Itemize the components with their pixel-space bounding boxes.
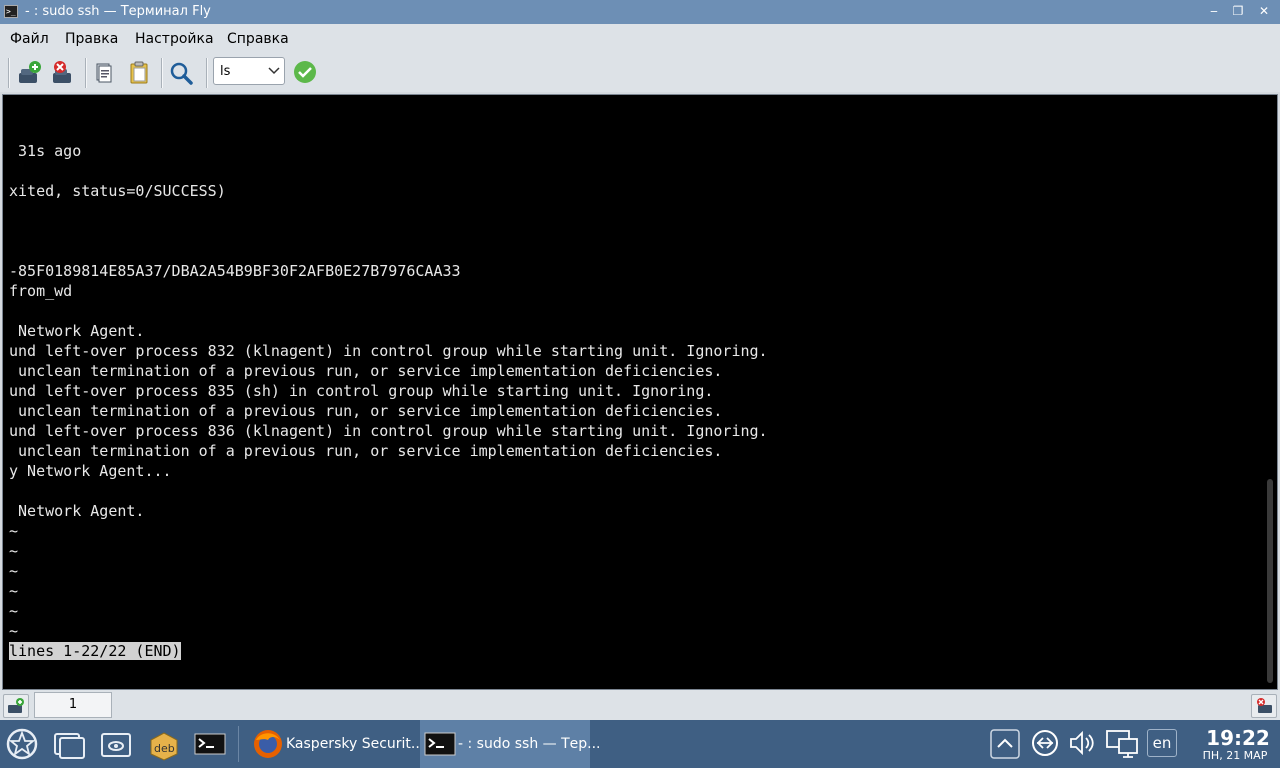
new-session-button[interactable] <box>15 59 43 87</box>
terminal-app-icon: >_ <box>4 5 18 18</box>
network-icon <box>1032 730 1058 756</box>
terminal-line: -85F0189814E85A37/DBA2A54B9BF30F2AFB0E27… <box>9 262 461 280</box>
window-title: - : sudo ssh — Терминал Fly <box>25 4 211 19</box>
desktops-button[interactable] <box>53 728 85 760</box>
paste-icon <box>130 61 148 84</box>
toolbar-separator <box>8 58 10 88</box>
terminal-line: unclean termination of a previous run, o… <box>9 362 723 380</box>
session-tabbar: 1 <box>0 690 1280 720</box>
pager-status-line: lines 1-22/22 (END) <box>9 641 1259 661</box>
close-session-button[interactable] <box>49 59 77 87</box>
taskbar: deb Kaspersky Securit... - : sudo ssh — … <box>0 720 1280 768</box>
start-menu-button[interactable] <box>6 728 38 760</box>
terminal-launcher-button[interactable] <box>194 728 226 760</box>
menu-settings[interactable]: Настройка <box>135 31 214 47</box>
close-tab-button[interactable] <box>1251 694 1277 718</box>
tab-session-1[interactable]: 1 <box>34 692 112 718</box>
task-terminal-label: - : sudo ssh — Тер... <box>458 736 601 752</box>
terminal-line: und left-over process 832 (klnagent) in … <box>9 342 768 360</box>
task-kaspersky[interactable]: Kaspersky Securit... <box>246 720 424 768</box>
terminal-icon <box>194 733 226 755</box>
terminal-line: und left-over process 836 (klnagent) in … <box>9 422 768 440</box>
file-manager-button[interactable] <box>100 728 132 760</box>
terminal-line: ~ <box>9 602 19 620</box>
chevron-down-icon <box>268 67 280 75</box>
tray-expand-button[interactable] <box>990 729 1020 759</box>
window-titlebar: >_ - : sudo ssh — Терминал Fly ‒ ❐ ✕ <box>0 0 1280 24</box>
toolbar: ls <box>0 54 1280 92</box>
toolbar-separator <box>206 58 208 88</box>
execute-command-icon <box>294 61 316 83</box>
svg-text:deb: deb <box>154 742 175 755</box>
terminal-line: unclean termination of a previous run, o… <box>9 442 723 460</box>
close-button[interactable]: ✕ <box>1254 2 1274 22</box>
windows-switcher-icon <box>54 733 85 759</box>
clock-time[interactable]: 19:22 <box>1198 726 1278 750</box>
volume-icon <box>1070 730 1094 756</box>
task-terminal[interactable]: - : sudo ssh — Тер... <box>420 720 601 768</box>
new-session-icon <box>19 61 41 83</box>
terminal-line: ~ <box>9 562 19 580</box>
toolbar-separator <box>85 58 87 88</box>
clock-date[interactable]: ПН, 21 МАР <box>1192 749 1278 762</box>
close-tab-icon <box>1257 698 1272 713</box>
toolbar-separator <box>161 58 163 88</box>
terminal-line: und left-over process 835 (sh) in contro… <box>9 382 714 400</box>
terminal-line: y Network Agent... <box>9 462 172 480</box>
paste-button[interactable] <box>125 59 153 87</box>
terminal-line: from_wd <box>9 282 73 300</box>
chevron-up-icon <box>990 729 1020 759</box>
terminal-line: ~ <box>9 522 19 540</box>
display-tray-button[interactable] <box>1105 728 1138 760</box>
find-button[interactable] <box>167 59 195 87</box>
command-combobox-value: ls <box>220 64 231 79</box>
copy-button[interactable] <box>90 59 118 87</box>
monitor-icon <box>1106 730 1138 758</box>
maximize-button[interactable]: ❐ <box>1228 2 1248 22</box>
terminal-line: ~ <box>9 542 19 560</box>
terminal-line: ~ <box>9 622 19 640</box>
volume-tray-button[interactable] <box>1067 728 1099 760</box>
command-combobox[interactable]: ls <box>213 57 285 85</box>
terminal-line: 31s ago <box>9 142 82 160</box>
terminal-line: unclean termination of a previous run, o… <box>9 402 723 420</box>
close-session-icon <box>53 61 71 83</box>
execute-command-button[interactable] <box>292 59 320 87</box>
find-icon <box>170 62 193 85</box>
deb-package-icon: deb <box>150 732 178 761</box>
terminal-line: xited, status=0/SUCCESS) <box>9 182 226 200</box>
terminal-output: 31s ago xited, status=0/SUCCESS) -85F01898… <box>9 121 1259 661</box>
pager-status-text: lines 1-22/22 (END) <box>9 642 181 660</box>
firefox-icon <box>254 730 282 758</box>
taskbar-separator <box>238 726 239 762</box>
terminal-scrollbar[interactable] <box>1266 97 1274 685</box>
scrollbar-thumb[interactable] <box>1267 479 1273 683</box>
package-manager-button[interactable]: deb <box>147 728 179 761</box>
task-kaspersky-label: Kaspersky Securit... <box>286 736 425 752</box>
network-tray-button[interactable] <box>1030 728 1062 760</box>
new-tab-icon <box>8 698 24 713</box>
terminal-line: Network Agent. <box>9 322 145 340</box>
copy-icon <box>96 63 112 83</box>
menu-edit[interactable]: Правка <box>65 31 118 47</box>
terminal-line: ~ <box>9 582 19 600</box>
keyboard-layout-indicator[interactable]: en <box>1147 729 1177 757</box>
menu-help[interactable]: Справка <box>227 31 289 47</box>
menu-file[interactable]: Файл <box>10 31 49 47</box>
terminal-view[interactable]: 31s ago xited, status=0/SUCCESS) -85F01898… <box>2 94 1278 690</box>
start-menu-icon <box>6 728 38 760</box>
minimize-button[interactable]: ‒ <box>1204 2 1224 22</box>
menubar: Файл Правка Настройка Справка <box>0 24 1280 54</box>
file-manager-icon <box>101 733 131 757</box>
terminal-icon <box>424 732 456 756</box>
terminal-line: Network Agent. <box>9 502 145 520</box>
new-tab-button[interactable] <box>3 694 29 718</box>
